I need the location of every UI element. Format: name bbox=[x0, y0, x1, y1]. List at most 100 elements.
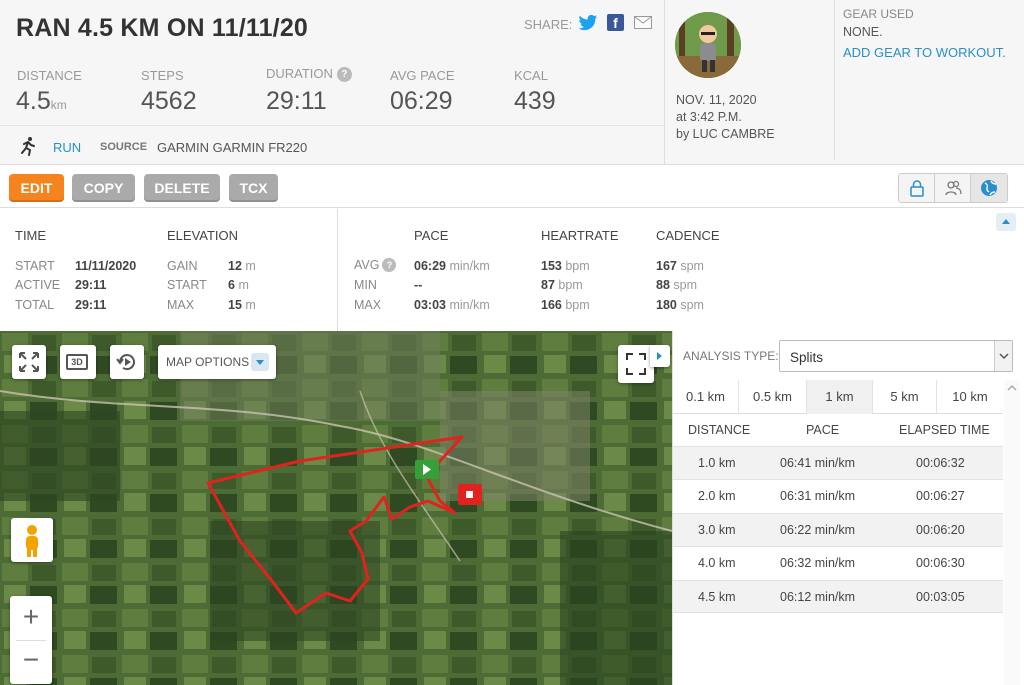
gear-value: NONE. bbox=[843, 25, 883, 39]
heartrate-max-value: 166 bpm bbox=[541, 298, 590, 312]
max-label: MAX bbox=[354, 298, 382, 312]
analysis-type-select[interactable]: Splits bbox=[779, 340, 1013, 372]
tab-0-5-km[interactable]: 0.5 km bbox=[739, 380, 807, 414]
split-distance: 2.0 km bbox=[698, 489, 736, 503]
tab-5-km[interactable]: 5 km bbox=[873, 380, 937, 414]
map-options-label: MAP OPTIONS bbox=[166, 355, 250, 369]
fullscreen-map-button[interactable] bbox=[12, 345, 46, 379]
pace-min-value: -- bbox=[414, 278, 423, 292]
details-separator bbox=[337, 209, 338, 331]
collapse-details-button[interactable] bbox=[996, 213, 1016, 231]
tab-10-km[interactable]: 10 km bbox=[937, 380, 1003, 414]
runner-icon bbox=[21, 137, 35, 156]
time-total-value: 29:11 bbox=[75, 298, 107, 312]
privacy-friends-button[interactable] bbox=[935, 174, 971, 202]
add-gear-link[interactable]: ADD GEAR TO WORKOUT. bbox=[843, 45, 1006, 60]
avatar[interactable] bbox=[675, 12, 741, 78]
table-row: 4.0 km 06:32 min/km 00:06:30 bbox=[673, 546, 1003, 579]
workout-title: RAN 4.5 KM ON 11/11/20 bbox=[16, 14, 309, 42]
time-header: TIME bbox=[15, 228, 47, 243]
splits-scrollbar[interactable] bbox=[1004, 380, 1020, 685]
facebook-icon[interactable]: f bbox=[607, 14, 624, 31]
time-active-label: ACTIVE bbox=[15, 278, 61, 292]
privacy-public-button[interactable] bbox=[971, 174, 1007, 202]
column-distance: DISTANCE bbox=[688, 423, 751, 437]
pegman-icon bbox=[26, 525, 38, 557]
workout-author: by LUC CAMBRE bbox=[676, 127, 775, 141]
pace-avg-value: 06:29 min/km bbox=[414, 259, 490, 273]
time-active-value: 29:11 bbox=[75, 278, 107, 292]
twitter-icon[interactable] bbox=[578, 14, 598, 32]
fullscreen-icon bbox=[626, 353, 646, 375]
heartrate-min-value: 87 bpm bbox=[541, 278, 583, 292]
share-label: SHARE: bbox=[524, 17, 573, 32]
zoom-in-button[interactable]: + bbox=[10, 596, 52, 640]
zoom-out-button[interactable]: − bbox=[10, 640, 52, 684]
stat-value-kcal: 439 bbox=[514, 87, 556, 115]
chevron-down-icon bbox=[994, 341, 1012, 371]
stat-label-avg-pace: AVG PACE bbox=[390, 68, 455, 83]
split-elapsed: 00:06:32 bbox=[916, 456, 965, 470]
split-pace: 06:22 min/km bbox=[780, 523, 856, 537]
start-marker[interactable] bbox=[415, 460, 439, 479]
pace-max-value: 03:03 min/km bbox=[414, 298, 490, 312]
split-distance-tabs: 0.1 km 0.5 km 1 km 5 km 10 km bbox=[673, 380, 1003, 414]
privacy-private-button[interactable] bbox=[899, 174, 935, 202]
heartrate-header: HEARTRATE bbox=[541, 228, 619, 243]
stat-label-kcal: KCAL bbox=[514, 68, 548, 83]
avg-label: AVG? bbox=[354, 258, 397, 272]
elevation-start-value: 6 m bbox=[228, 278, 249, 292]
split-elapsed: 00:06:20 bbox=[916, 523, 965, 537]
elevation-max-label: MAX bbox=[167, 298, 195, 312]
collapse-panel-button[interactable] bbox=[650, 345, 670, 367]
map-options-dropdown[interactable]: MAP OPTIONS bbox=[158, 345, 276, 379]
table-row: 4.5 km 06:12 min/km 00:03:05 bbox=[673, 580, 1003, 613]
stat-value-steps: 4562 bbox=[141, 87, 197, 115]
column-pace: PACE bbox=[806, 423, 840, 437]
expand-map-button[interactable] bbox=[618, 345, 654, 383]
time-start-label: START bbox=[15, 259, 55, 273]
chevron-right-icon bbox=[657, 352, 662, 360]
tab-0-1-km[interactable]: 0.1 km bbox=[673, 380, 739, 414]
delete-button[interactable]: DELETE bbox=[144, 174, 220, 202]
split-distance: 4.5 km bbox=[698, 590, 736, 604]
replay-button[interactable] bbox=[110, 345, 144, 379]
privacy-selector bbox=[898, 173, 1008, 203]
finish-marker[interactable] bbox=[458, 484, 482, 505]
split-distance: 1.0 km bbox=[698, 456, 736, 470]
expand-icon bbox=[19, 352, 39, 372]
zoom-controls: + − bbox=[10, 596, 52, 684]
source-label: SOURCE bbox=[100, 141, 148, 153]
stat-label-duration: DURATION? bbox=[266, 66, 352, 82]
elevation-gain-label: GAIN bbox=[167, 259, 198, 273]
map[interactable] bbox=[0, 331, 672, 685]
copy-button[interactable]: COPY bbox=[72, 174, 135, 202]
split-pace: 06:12 min/km bbox=[780, 590, 856, 604]
stat-value-distance: 4.5km bbox=[16, 87, 67, 115]
mail-icon[interactable] bbox=[634, 16, 652, 29]
chevron-up-icon bbox=[1007, 384, 1017, 391]
edit-button[interactable]: EDIT bbox=[9, 174, 64, 202]
help-icon[interactable]: ? bbox=[382, 258, 397, 272]
min-label: MIN bbox=[354, 278, 377, 292]
elevation-start-label: START bbox=[167, 278, 207, 292]
activity-type-link[interactable]: RUN bbox=[53, 140, 81, 155]
split-distance: 3.0 km bbox=[698, 523, 736, 537]
pace-header: PACE bbox=[414, 228, 449, 243]
tab-1-km[interactable]: 1 km bbox=[807, 380, 873, 414]
elevation-max-value: 15 m bbox=[228, 298, 256, 312]
cadence-avg-value: 167 spm bbox=[656, 259, 704, 273]
chevron-up-icon bbox=[1002, 219, 1010, 224]
lock-icon bbox=[910, 180, 924, 197]
workout-details bbox=[0, 209, 1024, 331]
replay-icon bbox=[116, 354, 135, 371]
tcx-button[interactable]: TCX bbox=[229, 174, 278, 202]
3d-view-button[interactable]: 3D bbox=[60, 345, 96, 379]
street-view-pegman[interactable] bbox=[11, 518, 53, 562]
help-icon[interactable]: ? bbox=[336, 67, 352, 82]
workout-date: NOV. 11, 2020 bbox=[676, 93, 757, 107]
friends-icon bbox=[945, 180, 962, 196]
time-start-value: 11/11/2020 bbox=[75, 259, 137, 273]
satellite-map bbox=[0, 331, 672, 685]
analysis-type-value: Splits bbox=[790, 350, 824, 365]
